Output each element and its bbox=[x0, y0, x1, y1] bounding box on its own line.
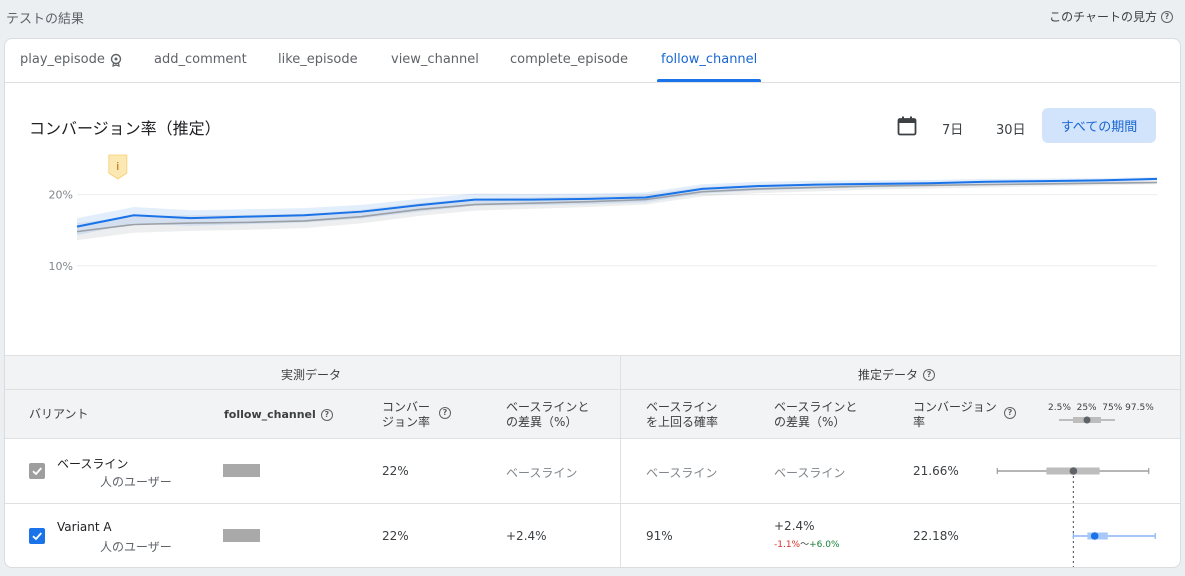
help-icon[interactable]: ? bbox=[439, 407, 451, 419]
col-est-diff-line2: の差異（%） bbox=[774, 415, 846, 429]
col-diff-line2: の差異（%） bbox=[506, 415, 578, 429]
est-conv-cell: 21.66% bbox=[913, 464, 959, 478]
variant-users: 人のユーザー bbox=[100, 475, 172, 489]
est-diff-low: -1.1% bbox=[774, 540, 801, 550]
tab-label: play_episode bbox=[20, 52, 105, 67]
section-observed: 実測データ bbox=[281, 368, 342, 382]
est-conv-cell: 22.18% bbox=[913, 529, 959, 543]
col-prob-line2: を上回る確率 bbox=[646, 415, 719, 429]
col-est-conv: コンバージョン 率 bbox=[913, 400, 997, 430]
annotation-marker-label: i bbox=[116, 160, 119, 173]
badge-icon bbox=[110, 53, 122, 67]
interval-point bbox=[1069, 467, 1078, 475]
est-diff-high: +6.0% bbox=[809, 540, 840, 550]
col-est-conv-line1: コンバージョン bbox=[913, 400, 997, 414]
est-diff-range-sep: 〜 bbox=[800, 540, 810, 550]
col-prob: ベースライン を上回る確率 bbox=[646, 400, 718, 430]
redacted-value bbox=[223, 464, 260, 477]
section-estimated-label: 推定データ bbox=[858, 368, 919, 382]
check-icon bbox=[32, 532, 42, 541]
col-diff: ベースラインと の差異（%） bbox=[506, 400, 589, 430]
col-conv-rate: コンバー ジョン率 bbox=[382, 400, 430, 430]
calendar-icon[interactable] bbox=[896, 115, 918, 137]
col-est-diff-line1: ベースラインと bbox=[774, 400, 858, 414]
conv-rate-cell: 22% bbox=[382, 529, 409, 543]
tab-view-channel[interactable]: view_channel bbox=[391, 52, 479, 67]
est-diff-cell: +2.4% bbox=[774, 519, 815, 533]
help-label: このチャートの見方 bbox=[1049, 10, 1157, 24]
y-tick-label: 20% bbox=[49, 189, 73, 202]
col-variant: バリアント bbox=[29, 407, 89, 421]
help-link[interactable]: このチャートの見方 ? bbox=[1049, 8, 1173, 25]
col-diff-line1: ベースラインと bbox=[506, 400, 590, 414]
percentile-legend: 2.5% 25% 75% 97.5% bbox=[1048, 403, 1154, 413]
col-metric-label: follow_channel bbox=[224, 408, 316, 421]
range-all-button[interactable]: すべての期間 bbox=[1042, 108, 1156, 143]
y-tick-label: 10% bbox=[49, 260, 73, 273]
est-diff-range: -1.1%〜+6.0% bbox=[774, 537, 840, 550]
variant-name: Variant A bbox=[57, 520, 112, 534]
redacted-value bbox=[223, 529, 260, 542]
conversion-chart: 20%10%0%5月26日5月28日5月30日6月1日6月3日6月5日6月7日6… bbox=[49, 154, 1158, 273]
tab-play-episode[interactable]: play_episode bbox=[20, 52, 123, 67]
help-icon[interactable]: ? bbox=[1004, 407, 1016, 419]
baseline-checkbox[interactable] bbox=[29, 463, 45, 479]
column-header-row: バリアント follow_channel ? コンバー ジョン率 ? ベースライ… bbox=[5, 390, 1180, 439]
section-estimated: 推定データ ? bbox=[858, 366, 936, 383]
prob-cell: ベースライン bbox=[646, 466, 718, 480]
col-est-conv-line2: 率 bbox=[913, 415, 926, 429]
conv-rate-cell: 22% bbox=[382, 464, 409, 478]
event-tabs: play_episode add_comment like_episode vi… bbox=[5, 39, 1180, 83]
interval-plot bbox=[996, 467, 1156, 567]
help-icon[interactable]: ? bbox=[923, 368, 936, 381]
col-est-diff: ベースラインと の差異（%） bbox=[774, 400, 857, 430]
tab-follow-channel[interactable]: follow_channel bbox=[661, 52, 757, 67]
tab-like-episode[interactable]: like_episode bbox=[278, 52, 358, 67]
percentile-legend-glyph bbox=[1059, 416, 1115, 424]
diff-cell: +2.4% bbox=[506, 529, 547, 543]
chart-title: コンバージョン率（推定） bbox=[29, 119, 221, 138]
variant-name: ベースライン bbox=[57, 457, 129, 471]
section-header-row: 実測データ 推定データ ? bbox=[5, 355, 1180, 390]
col-prob-line1: ベースライン bbox=[646, 400, 718, 414]
variant-users: 人のユーザー bbox=[100, 540, 172, 554]
results-card: play_episode add_comment like_episode vi… bbox=[4, 38, 1181, 568]
est-diff-cell: ベースライン bbox=[774, 466, 846, 480]
variant-a-checkbox[interactable] bbox=[29, 528, 45, 544]
help-icon[interactable]: ? bbox=[320, 408, 333, 421]
page-title: テストの結果 bbox=[6, 12, 85, 27]
range-30d-button[interactable]: 30日 bbox=[996, 119, 1026, 138]
range-7d-button[interactable]: 7日 bbox=[942, 119, 963, 138]
active-tab-indicator bbox=[657, 79, 761, 82]
col-conv-rate-line1: コンバー bbox=[382, 400, 431, 414]
diff-cell: ベースライン bbox=[506, 466, 578, 480]
col-conv-rate-line2: ジョン率 bbox=[382, 415, 431, 429]
prob-cell: 91% bbox=[646, 529, 673, 543]
interval-point bbox=[1090, 532, 1099, 540]
tab-add-comment[interactable]: add_comment bbox=[154, 52, 247, 67]
col-metric: follow_channel ? bbox=[224, 407, 333, 422]
help-icon: ? bbox=[1161, 10, 1173, 23]
tab-complete-episode[interactable]: complete_episode bbox=[510, 52, 628, 67]
check-icon bbox=[32, 467, 42, 476]
